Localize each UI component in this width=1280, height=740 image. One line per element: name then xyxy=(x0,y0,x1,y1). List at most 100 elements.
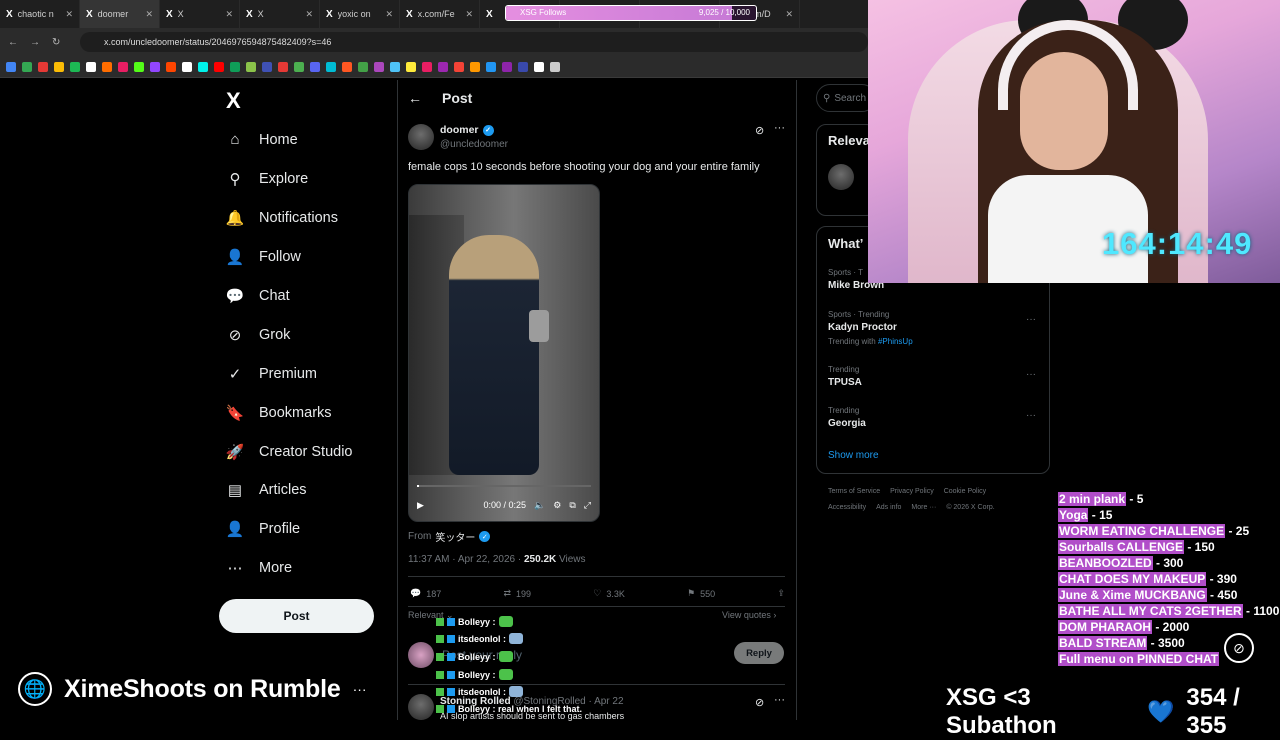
fullscreen-icon[interactable]: ⤢ xyxy=(584,500,591,511)
bookmark-favicon-icon[interactable] xyxy=(390,61,400,72)
footer-link[interactable]: More ··· xyxy=(911,504,936,511)
trend-more-icon[interactable]: ··· xyxy=(1026,369,1036,380)
repost-action[interactable]: ⇄ 199 xyxy=(503,588,531,599)
nav-item-chat[interactable]: 💬 Chat xyxy=(225,287,290,305)
nav-item-bookmarks[interactable]: 🔖 Bookmarks xyxy=(225,404,332,422)
footer-link[interactable]: Cookie Policy xyxy=(944,488,986,495)
pip-icon[interactable]: ⧉ xyxy=(569,500,575,511)
bookmark-action[interactable]: ⚑ 550 xyxy=(687,588,715,599)
author-name[interactable]: doomer ✓ xyxy=(440,124,494,136)
bookmark-favicon-icon[interactable] xyxy=(534,61,544,72)
video-player[interactable]: ▶ 0:00 / 0:25 🔈 ⚙ ⧉ ⤢ xyxy=(408,184,600,522)
bookmark-favicon-icon[interactable] xyxy=(150,61,160,72)
view-quotes-link[interactable]: View quotes › xyxy=(722,610,776,620)
bookmark-favicon-icon[interactable] xyxy=(262,61,272,72)
trend-more-icon[interactable]: ··· xyxy=(1026,410,1036,421)
from-name[interactable]: 笑ッター xyxy=(435,529,475,544)
bookmark-favicon-icon[interactable] xyxy=(118,61,128,72)
bookmark-favicon-icon[interactable] xyxy=(422,61,432,72)
nav-item-creator-studio[interactable]: 🚀 Creator Studio xyxy=(225,443,353,461)
show-more-link[interactable]: Show more xyxy=(828,450,879,461)
bookmark-favicon-icon[interactable] xyxy=(54,61,64,72)
nav-item-home[interactable]: ⌂ Home xyxy=(225,131,297,148)
browser-tab[interactable]: Xyoxic on ✕ xyxy=(320,0,400,28)
bookmark-favicon-icon[interactable] xyxy=(358,61,368,72)
back-icon[interactable]: ← xyxy=(8,37,18,48)
close-tab-icon[interactable]: ✕ xyxy=(305,9,313,20)
url-field[interactable]: x.com/uncledoomer/status/204697659487548… xyxy=(80,32,868,52)
bookmark-favicon-icon[interactable] xyxy=(406,61,416,72)
close-tab-icon[interactable]: ✕ xyxy=(145,9,153,20)
bookmark-favicon-icon[interactable] xyxy=(102,61,112,72)
close-tab-icon[interactable]: ✕ xyxy=(225,9,233,20)
author-handle[interactable]: @uncledoomer xyxy=(440,139,508,150)
bookmark-favicon-icon[interactable] xyxy=(6,61,16,72)
like-action[interactable]: ♡ 3.3K xyxy=(593,588,625,599)
bookmark-favicon-icon[interactable] xyxy=(550,61,560,72)
bookmark-favicon-icon[interactable] xyxy=(182,61,192,72)
nav-item-more[interactable]: ⋯ More xyxy=(225,559,293,577)
forward-icon[interactable]: → xyxy=(30,37,40,48)
post-timestamp[interactable]: 11:37 AM · Apr 22, 2026 · xyxy=(408,554,524,565)
footer-link[interactable]: Accessibility xyxy=(828,504,866,511)
bookmark-favicon-icon[interactable] xyxy=(230,61,240,72)
bookmark-favicon-icon[interactable] xyxy=(22,61,32,72)
close-tab-icon[interactable]: ✕ xyxy=(65,9,73,20)
trend-item[interactable]: Trending TPUSA xyxy=(828,365,862,388)
reload-icon[interactable]: ↻ xyxy=(52,37,60,48)
browser-tab[interactable]: Xchaotic n ✕ xyxy=(0,0,80,28)
browser-tab[interactable]: X X ✕ xyxy=(240,0,320,28)
play-icon[interactable]: ▶ xyxy=(417,500,424,511)
bookmark-favicon-icon[interactable] xyxy=(502,61,512,72)
nav-item-explore[interactable]: ⚲ Explore xyxy=(225,170,309,188)
reply-action[interactable]: 💬 187 xyxy=(410,588,441,599)
bookmark-favicon-icon[interactable] xyxy=(246,61,256,72)
volume-icon[interactable]: 🔈 xyxy=(534,500,545,511)
video-progress-bar[interactable] xyxy=(417,485,591,487)
bookmark-favicon-icon[interactable] xyxy=(486,61,496,72)
grok-analyze-icon[interactable]: ⊘ xyxy=(755,124,764,137)
relevant-avatar[interactable] xyxy=(828,164,854,190)
post-button[interactable]: Post xyxy=(219,599,374,633)
trend-hashtag[interactable]: #PhinsUp xyxy=(878,337,913,346)
bookmark-favicon-icon[interactable] xyxy=(198,61,208,72)
bookmark-favicon-icon[interactable] xyxy=(518,61,528,72)
browser-tab[interactable]: Xdoomer ✕ xyxy=(80,0,160,28)
author-avatar[interactable] xyxy=(408,124,434,150)
trend-more-icon[interactable]: ··· xyxy=(1026,314,1036,325)
close-tab-icon[interactable]: ✕ xyxy=(785,9,793,20)
x-logo[interactable]: X xyxy=(226,88,241,114)
bookmark-favicon-icon[interactable] xyxy=(294,61,304,72)
nav-item-articles[interactable]: ▤ Articles xyxy=(225,481,307,499)
settings-icon[interactable]: ⚙ xyxy=(553,500,561,511)
browser-tab[interactable]: Xx.com/Fe ✕ xyxy=(400,0,480,28)
nav-item-follow[interactable]: 👤 Follow xyxy=(225,248,301,266)
nav-item-notifications[interactable]: 🔔 Notifications xyxy=(225,209,338,227)
bookmark-favicon-icon[interactable] xyxy=(310,61,320,72)
post-more-icon[interactable]: ··· xyxy=(774,122,785,134)
bookmark-favicon-icon[interactable] xyxy=(38,61,48,72)
footer-link[interactable]: © 2026 X Corp. xyxy=(946,504,994,511)
bookmark-favicon-icon[interactable] xyxy=(342,61,352,72)
bookmark-favicon-icon[interactable] xyxy=(374,61,384,72)
nav-item-grok[interactable]: ⊘ Grok xyxy=(225,326,291,344)
reply-more-icon[interactable]: ··· xyxy=(774,694,785,706)
footer-link[interactable]: Ads info xyxy=(876,504,901,511)
bookmark-favicon-icon[interactable] xyxy=(278,61,288,72)
bookmark-favicon-icon[interactable] xyxy=(166,61,176,72)
browser-tab[interactable]: X X ✕ xyxy=(160,0,240,28)
share-action[interactable]: ⇪ xyxy=(777,588,785,599)
close-tab-icon[interactable]: ✕ xyxy=(465,9,473,20)
reply-button[interactable]: Reply xyxy=(734,642,784,664)
bookmark-favicon-icon[interactable] xyxy=(438,61,448,72)
grok-float-icon[interactable]: ⊘ xyxy=(1224,633,1254,663)
bookmark-favicon-icon[interactable] xyxy=(326,61,336,72)
bookmark-favicon-icon[interactable] xyxy=(470,61,480,72)
nav-item-profile[interactable]: 👤 Profile xyxy=(225,520,300,538)
bookmark-favicon-icon[interactable] xyxy=(70,61,80,72)
footer-link[interactable]: Privacy Policy xyxy=(890,488,934,495)
trend-item[interactable]: Trending Georgia xyxy=(828,406,866,429)
reply-avatar[interactable] xyxy=(408,694,434,720)
search-input[interactable]: ⚲ Search xyxy=(816,84,876,112)
trend-item[interactable]: Sports · Trending Kadyn Proctor Trending w… xyxy=(828,310,913,346)
